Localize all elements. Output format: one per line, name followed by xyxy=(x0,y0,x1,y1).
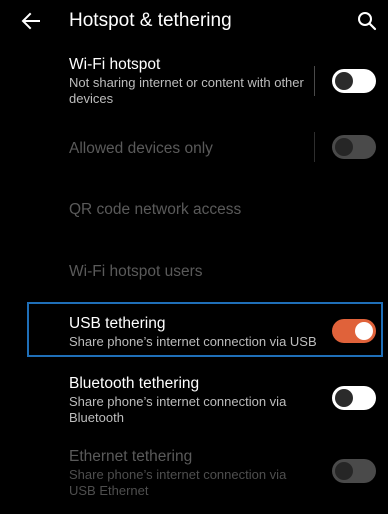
qr-code-title: QR code network access xyxy=(69,201,242,218)
divider xyxy=(314,132,315,162)
allowed-devices-row[interactable]: Allowed devices only xyxy=(0,131,388,165)
back-button[interactable] xyxy=(19,9,43,33)
bluetooth-tethering-text: Bluetooth tethering Share phone’s intern… xyxy=(69,374,314,426)
hotspot-users-title: Wi-Fi hotspot users xyxy=(69,263,203,280)
arrow-left-icon xyxy=(21,12,40,30)
page-title: Hotspot & tethering xyxy=(69,10,232,31)
wifi-hotspot-row[interactable]: Wi-Fi hotspot Not sharing internet or co… xyxy=(0,55,388,107)
hotspot-users-row[interactable]: Wi-Fi hotspot users xyxy=(0,261,388,285)
usb-tethering-subtitle: Share phone’s internet connection via US… xyxy=(69,334,317,349)
search-icon xyxy=(358,12,377,31)
qr-code-text: QR code network access xyxy=(69,200,329,219)
wifi-hotspot-subtitle: Not sharing internet or content with oth… xyxy=(69,75,304,106)
ethernet-tethering-subtitle: Share phone’s internet connection via US… xyxy=(69,467,287,498)
allowed-devices-text: Allowed devices only xyxy=(69,139,314,158)
usb-tethering-title: USB tethering xyxy=(69,315,166,332)
bluetooth-tethering-toggle[interactable] xyxy=(332,386,376,410)
app-bar: Hotspot & tethering xyxy=(0,0,388,42)
ethernet-tethering-row[interactable]: Ethernet tethering Share phone’s interne… xyxy=(0,447,388,499)
allowed-devices-toggle[interactable] xyxy=(332,135,376,159)
allowed-devices-title: Allowed devices only xyxy=(69,140,213,157)
hotspot-tethering-screen: Hotspot & tethering Wi-Fi hotspot Not sh… xyxy=(0,0,388,514)
usb-tethering-toggle[interactable] xyxy=(332,319,376,343)
wifi-hotspot-text: Wi-Fi hotspot Not sharing internet or co… xyxy=(69,55,314,107)
divider xyxy=(314,66,315,96)
ethernet-tethering-title: Ethernet tethering xyxy=(69,448,193,465)
usb-tethering-text: USB tethering Share phone’s internet con… xyxy=(69,314,324,350)
hotspot-users-text: Wi-Fi hotspot users xyxy=(69,262,329,281)
ethernet-tethering-text: Ethernet tethering Share phone’s interne… xyxy=(69,447,314,499)
bluetooth-tethering-title: Bluetooth tethering xyxy=(69,375,200,392)
bluetooth-tethering-row[interactable]: Bluetooth tethering Share phone’s intern… xyxy=(0,374,388,426)
bluetooth-tethering-subtitle: Share phone’s internet connection via Bl… xyxy=(69,394,287,425)
qr-code-row[interactable]: QR code network access xyxy=(0,199,388,223)
wifi-hotspot-title: Wi-Fi hotspot xyxy=(69,56,161,73)
wifi-hotspot-toggle[interactable] xyxy=(332,69,376,93)
ethernet-tethering-toggle[interactable] xyxy=(332,459,376,483)
search-button[interactable] xyxy=(355,9,379,33)
usb-tethering-row[interactable]: USB tethering Share phone’s internet con… xyxy=(0,314,388,352)
